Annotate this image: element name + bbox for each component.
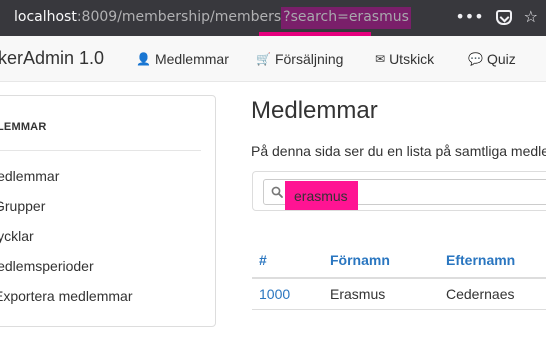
sidebar-item-medlemmar[interactable]: ledlemmar [0, 168, 59, 184]
page-description: På denna sida ser du en lista på samtlig… [251, 143, 546, 159]
search-icon [271, 186, 283, 198]
envelope-icon: ✉ [375, 52, 386, 66]
url-path: :8009/membership/members [76, 9, 282, 25]
url-query-highlight: ?search=erasmus [281, 7, 411, 29]
url-host: localhost [14, 9, 77, 25]
sidebar-item-nycklar[interactable]: lycklar [0, 228, 34, 244]
sidebar-item-exportera[interactable]: Exportera medlemmar [0, 288, 133, 304]
more-actions-icon[interactable]: ••• [455, 8, 483, 26]
sidebar-item-medlemsperioder[interactable]: ledlemsperioder [0, 258, 94, 274]
bookmark-star-icon[interactable]: ☆ [524, 8, 538, 26]
nav-item-forsaljning[interactable]: 🛒 Försäljning [256, 51, 343, 67]
nav-item-medlemmar[interactable]: 👤 Medlemmar [136, 51, 229, 67]
table-header-divider [252, 277, 546, 279]
nav-item-label: Medlemmar [154, 51, 229, 67]
column-header-efternamn[interactable]: Efternamn [446, 252, 515, 268]
page-title: Medlemmar [251, 97, 378, 124]
member-id-link[interactable]: 1000 [259, 286, 290, 302]
brand-title[interactable]: kerAdmin 1.0 [0, 48, 104, 69]
sidebar-item-grupper[interactable]: Grupper [0, 198, 45, 214]
column-header-fornamn[interactable]: Förnamn [330, 252, 390, 268]
column-header-id[interactable]: # [259, 252, 267, 268]
nav-item-label: Quiz [486, 51, 516, 67]
user-icon: 👤 [136, 52, 151, 66]
nav-item-utskick[interactable]: ✉ Utskick [375, 51, 434, 67]
app-navbar: kerAdmin 1.0 👤 Medlemmar 🛒 Försäljning ✉… [0, 36, 546, 82]
sidebar-title: LEMMAR [0, 121, 47, 133]
member-first-name: Erasmus [330, 286, 386, 302]
browser-url-bar[interactable]: localhost:8009/membership/members ?search… [0, 0, 546, 36]
table-row-divider [252, 309, 546, 310]
search-value[interactable]: erasmus [294, 188, 348, 204]
page: localhost:8009/membership/members ?search… [0, 0, 546, 337]
nav-item-quiz[interactable]: 💬 Quiz [468, 51, 516, 67]
browser-actions: ••• ☆ [455, 8, 538, 26]
nav-item-label: Utskick [389, 51, 435, 67]
sidebar-panel: LEMMAR ledlemmar Grupper lycklar ledlems… [0, 95, 216, 327]
comment-icon: 💬 [468, 52, 483, 66]
nav-item-label: Försäljning [274, 51, 344, 67]
member-last-name: Cedernaes [446, 286, 515, 302]
cart-icon: 🛒 [256, 52, 271, 66]
pocket-icon[interactable] [495, 9, 512, 25]
url-text[interactable]: localhost:8009/membership/members ?search… [14, 7, 411, 29]
divider [0, 150, 201, 151]
